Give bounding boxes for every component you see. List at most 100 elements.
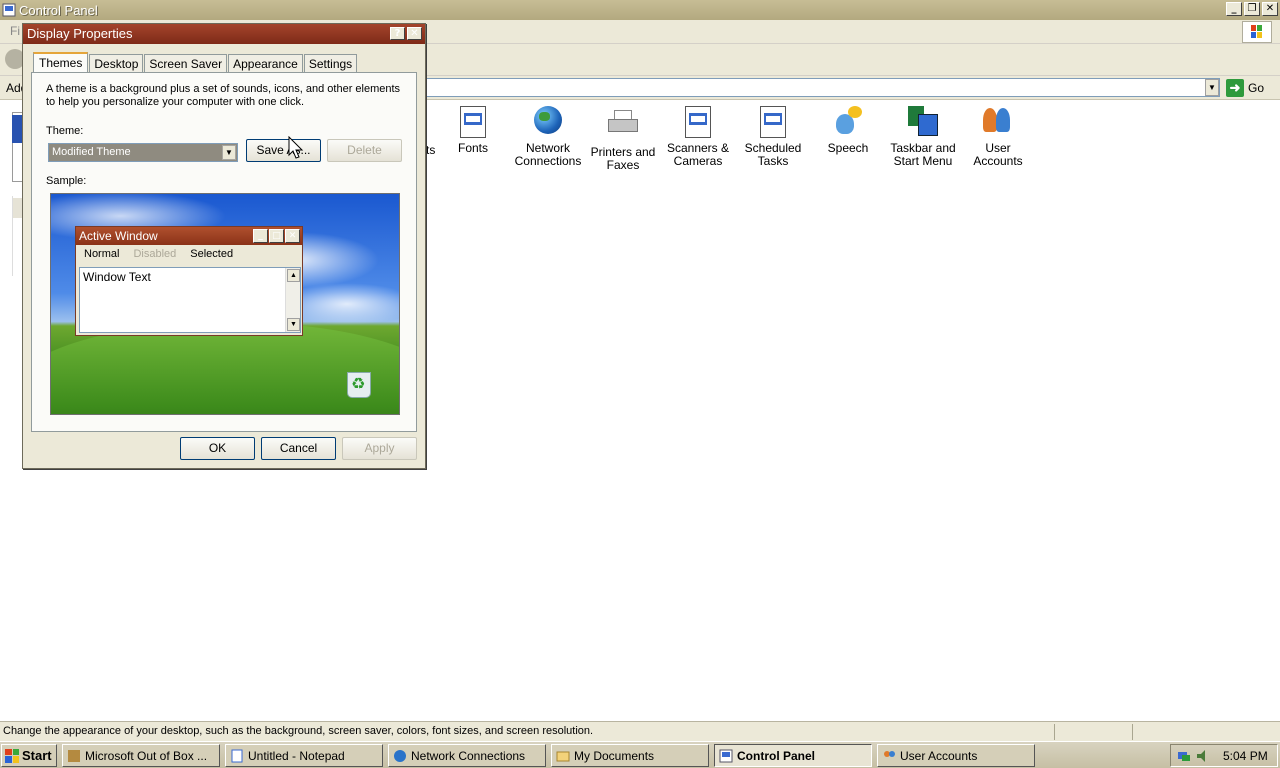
dialog-titlebar[interactable]: Display Properties ? ✕ [23,24,425,44]
sample-scrollbar: ▲ ▼ [285,268,300,332]
task-button-my-documents[interactable]: My Documents [551,744,709,767]
folder-icon [556,751,570,761]
scanner-icon [685,106,711,138]
icon-network-connections[interactable]: Network Connections [510,106,586,168]
ok-button[interactable]: OK [180,437,255,460]
status-divider [1054,724,1055,740]
icon-taskbar-start-menu[interactable]: Taskbar and Start Menu [885,106,961,168]
taskbar-icon [908,106,938,136]
sample-minimize-icon: _ [253,229,268,243]
icon-label: Scanners & Cameras [666,141,730,168]
address-dropdown-button[interactable]: ▼ [1205,79,1219,96]
control-panel-title: Control Panel [19,2,98,18]
theme-select-value: Modified Theme [52,146,131,158]
themes-tab-panel: A theme is a background plus a set of so… [31,72,417,432]
tab-appearance[interactable]: Appearance [228,54,303,74]
network-tray-icon[interactable] [1177,749,1191,763]
help-button[interactable]: ? [390,27,405,40]
sample-window-client: Window Text ▲ ▼ [79,267,301,333]
task-button-user-accounts[interactable]: User Accounts [877,744,1035,767]
icon-label: Speech [827,141,869,155]
go-button[interactable]: ➜ Go [1226,79,1264,97]
sample-label: Sample: [46,175,87,187]
partial-icon-label: ts [426,143,436,157]
sample-window-titlebar: Active Window _ □ ✕ [76,227,302,245]
go-arrow-icon: ➜ [1226,79,1244,97]
dialog-tabs: Themes Desktop Screen Saver Appearance S… [33,52,358,75]
network-icon [394,749,406,762]
task-button-network-connections[interactable]: Network Connections [388,744,546,767]
icon-label: Scheduled Tasks [744,141,802,168]
status-divider [1132,724,1133,740]
icon-scanners-cameras[interactable]: Scanners & Cameras [660,106,736,168]
display-properties-dialog: Display Properties ? ✕ Themes Desktop Sc… [22,23,426,469]
icon-label: Network Connections [514,141,582,168]
tab-screen-saver[interactable]: Screen Saver [144,54,228,74]
icon-fonts[interactable]: Fonts [435,106,511,155]
close-button[interactable]: ✕ [1262,2,1278,16]
task-label: Microsoft Out of Box ... [85,748,208,763]
theme-sample-preview: Active Window _ □ ✕ Normal Disabled Sele… [50,193,400,415]
status-bar: Change the appearance of your desktop, s… [0,721,1280,741]
network-globe-icon [534,106,562,134]
sample-close-icon: ✕ [285,229,300,243]
sample-maximize-icon: □ [269,229,284,243]
sample-window-title: Active Window [79,229,158,243]
clock[interactable]: 5:04 PM [1223,749,1268,763]
icon-printers-and-faxes[interactable]: Printers and Faxes [585,106,661,172]
sample-menu-disabled: Disabled [133,248,177,260]
cancel-button[interactable]: Cancel [261,437,336,460]
scroll-down-icon: ▼ [287,318,300,331]
speech-icon [834,106,862,134]
control-panel-titlebar[interactable]: Control Panel _ ❐ ✕ [0,0,1280,20]
fonts-icon [460,106,486,138]
mouse-cursor-icon [288,136,304,159]
control-panel-icon [719,749,733,762]
tab-settings[interactable]: Settings [303,54,358,74]
notepad-icon [231,749,243,762]
task-label: Control Panel [737,748,816,763]
theme-label: Theme: [46,125,84,137]
icon-user-accounts[interactable]: User Accounts [960,106,1036,168]
apply-button[interactable]: Apply [342,437,417,460]
start-button[interactable]: Start [1,744,57,767]
control-panel-icon [2,3,16,17]
task-button-control-panel[interactable]: Control Panel [714,744,872,767]
user-accounts-icon [884,750,895,757]
sample-window-text: Window Text [83,270,151,284]
system-tray: 5:04 PM [1170,744,1278,767]
taskbar: Start Microsoft Out of Box ... Untitled … [0,741,1280,768]
tab-desktop[interactable]: Desktop [89,54,144,74]
start-label: Start [22,748,52,763]
icon-label: Fonts [457,141,488,155]
minimize-button[interactable]: _ [1226,2,1242,16]
delete-button[interactable]: Delete [327,139,402,162]
windows-logo-icon [1242,21,1272,43]
status-text: Change the appearance of your desktop, s… [3,725,594,737]
icon-scheduled-tasks[interactable]: Scheduled Tasks [735,106,811,168]
icon-label: Printers and Faxes [590,145,656,172]
sample-active-window: Active Window _ □ ✕ Normal Disabled Sele… [75,226,303,336]
printer-icon [608,110,638,136]
dialog-close-button[interactable]: ✕ [407,27,422,40]
recycle-bin-icon [347,372,371,398]
theme-select[interactable]: Modified Theme ▼ [48,143,238,162]
save-as-button[interactable]: Save As... [246,139,321,162]
dialog-title: Display Properties [27,26,133,41]
chevron-down-icon[interactable]: ▼ [222,145,236,160]
task-label: User Accounts [900,748,978,763]
sample-menu-normal: Normal [84,248,120,260]
sample-menu-selected: Selected [190,248,234,260]
task-label: Untitled - Notepad [248,748,345,763]
icon-speech[interactable]: Speech [810,106,886,155]
restore-button[interactable]: ❐ [1244,2,1260,16]
task-button-oobe[interactable]: Microsoft Out of Box ... [62,744,220,767]
volume-tray-icon[interactable] [1195,749,1209,763]
task-label: My Documents [574,748,655,763]
task-button-notepad[interactable]: Untitled - Notepad [225,744,383,767]
themes-description: A theme is a background plus a set of so… [46,83,401,108]
task-label: Network Connections [411,748,526,763]
user-accounts-icon [983,106,1013,134]
menu-file[interactable]: Fi [10,24,20,38]
scheduled-tasks-icon [760,106,786,138]
